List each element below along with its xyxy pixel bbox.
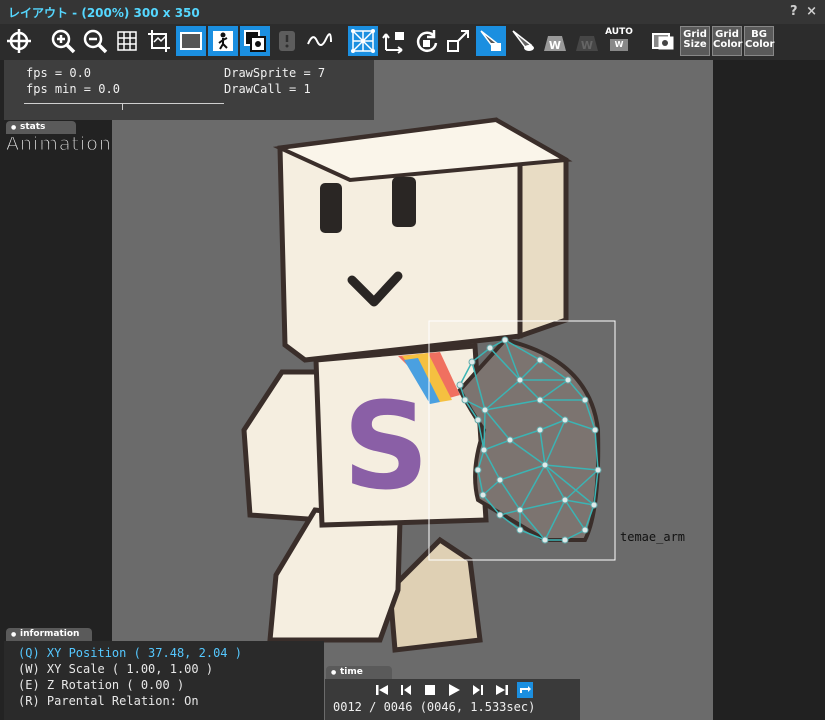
move-lock-icon[interactable] <box>380 26 410 56</box>
crop-icon[interactable] <box>144 26 174 56</box>
back-leg <box>387 536 483 653</box>
fps-graph-tick <box>122 104 123 110</box>
onion-skin-icon[interactable] <box>648 26 678 56</box>
draw-sprite-value: DrawSprite = 7 <box>224 66 326 80</box>
help-button[interactable]: ? <box>790 4 800 19</box>
front-leg <box>267 507 403 643</box>
zoom-out-icon[interactable] <box>80 26 110 56</box>
layout-canvas[interactable]: S <box>112 60 713 720</box>
bg-color-line2: Color <box>745 39 775 50</box>
loop-icon[interactable] <box>517 682 533 698</box>
draw-call-value: DrawCall = 1 <box>224 82 311 96</box>
grid-color-line2: Color <box>713 39 743 50</box>
mesh-icon[interactable] <box>348 26 378 56</box>
grid-icon[interactable] <box>112 26 142 56</box>
frame-readout: 0012 / 0046 (0046, 1.533sec) <box>333 700 536 714</box>
title-buttons: ? × <box>790 4 819 19</box>
curve-icon[interactable] <box>304 26 334 56</box>
fps-value: fps = 0.0 <box>26 66 92 80</box>
frame-icon[interactable] <box>176 26 206 56</box>
pin-icon <box>272 26 302 56</box>
grid-color-button[interactable]: Grid Color <box>712 26 742 56</box>
information-tab[interactable]: information <box>6 628 92 641</box>
fps-graph-line <box>24 103 224 104</box>
front-arm <box>241 369 325 523</box>
weight-lock-icon: W <box>572 26 602 56</box>
next-frame-icon[interactable] <box>471 683 485 697</box>
xy-scale-row[interactable]: (W) XY Scale ( 1.00, 1.00 ) <box>18 662 213 676</box>
shirt-letter: S <box>343 378 429 517</box>
prev-frame-icon[interactable] <box>399 683 413 697</box>
stop-icon[interactable] <box>423 683 437 697</box>
auto-label: AUTO <box>605 27 633 37</box>
bone-lock-icon[interactable] <box>476 26 506 56</box>
time-tab[interactable]: time <box>326 666 392 679</box>
svg-text:W: W <box>581 39 593 52</box>
selected-part-label: temae_arm <box>620 530 686 544</box>
fps-min-value: fps min = 0.0 <box>26 82 120 96</box>
auto-sub-label: W <box>610 39 628 51</box>
right-side-strip <box>713 60 825 720</box>
left-side-strip <box>0 120 112 640</box>
figure-icon[interactable] <box>208 26 238 56</box>
title-bar: レイアウト - (200%) 300 x 350 ? × <box>0 0 825 24</box>
window-title: レイアウト - (200%) 300 x 350 <box>8 6 200 20</box>
grid-size-line2: Size <box>683 39 707 50</box>
playback-controls <box>375 682 535 699</box>
xy-position-row[interactable]: (Q) XY Position ( 37.48, 2.04 ) <box>18 646 242 660</box>
weight-icon[interactable]: W <box>540 26 570 56</box>
parental-relation-row[interactable]: (R) Parental Relation: On <box>18 694 199 708</box>
layer-icon[interactable] <box>240 26 270 56</box>
fps-panel: fps = 0.0 fps min = 0.0 DrawSprite = 7 D… <box>4 60 374 120</box>
information-panel: (Q) XY Position ( 37.48, 2.04 ) (W) XY S… <box>4 641 324 720</box>
scale-lock-icon[interactable] <box>444 26 474 56</box>
left-eye <box>320 183 342 233</box>
auto-weight-button[interactable]: AUTO W <box>604 27 634 57</box>
character-svg: S <box>241 117 616 653</box>
move-view-icon[interactable] <box>4 26 34 56</box>
bg-color-button[interactable]: BG Color <box>744 26 774 56</box>
close-button[interactable]: × <box>806 4 819 19</box>
toolbar: W W AUTO W Grid Size Grid Color BG Color <box>0 24 825 60</box>
play-icon[interactable] <box>447 683 461 697</box>
first-frame-icon[interactable] <box>375 683 389 697</box>
grid-size-button[interactable]: Grid Size <box>680 26 710 56</box>
layout-window: レイアウト - (200%) 300 x 350 ? × W W AUTO W … <box>0 0 825 720</box>
z-rotation-row[interactable]: (E) Z Rotation ( 0.00 ) <box>18 678 184 692</box>
svg-text:W: W <box>549 39 561 52</box>
time-panel: 0012 / 0046 (0046, 1.533sec) <box>325 679 580 720</box>
zoom-in-icon[interactable] <box>48 26 78 56</box>
rotate-lock-icon[interactable] <box>412 26 442 56</box>
bone-view-icon[interactable] <box>508 26 538 56</box>
right-eye <box>392 177 416 227</box>
last-frame-icon[interactable] <box>495 683 509 697</box>
animation-label: Animation <box>6 133 112 156</box>
